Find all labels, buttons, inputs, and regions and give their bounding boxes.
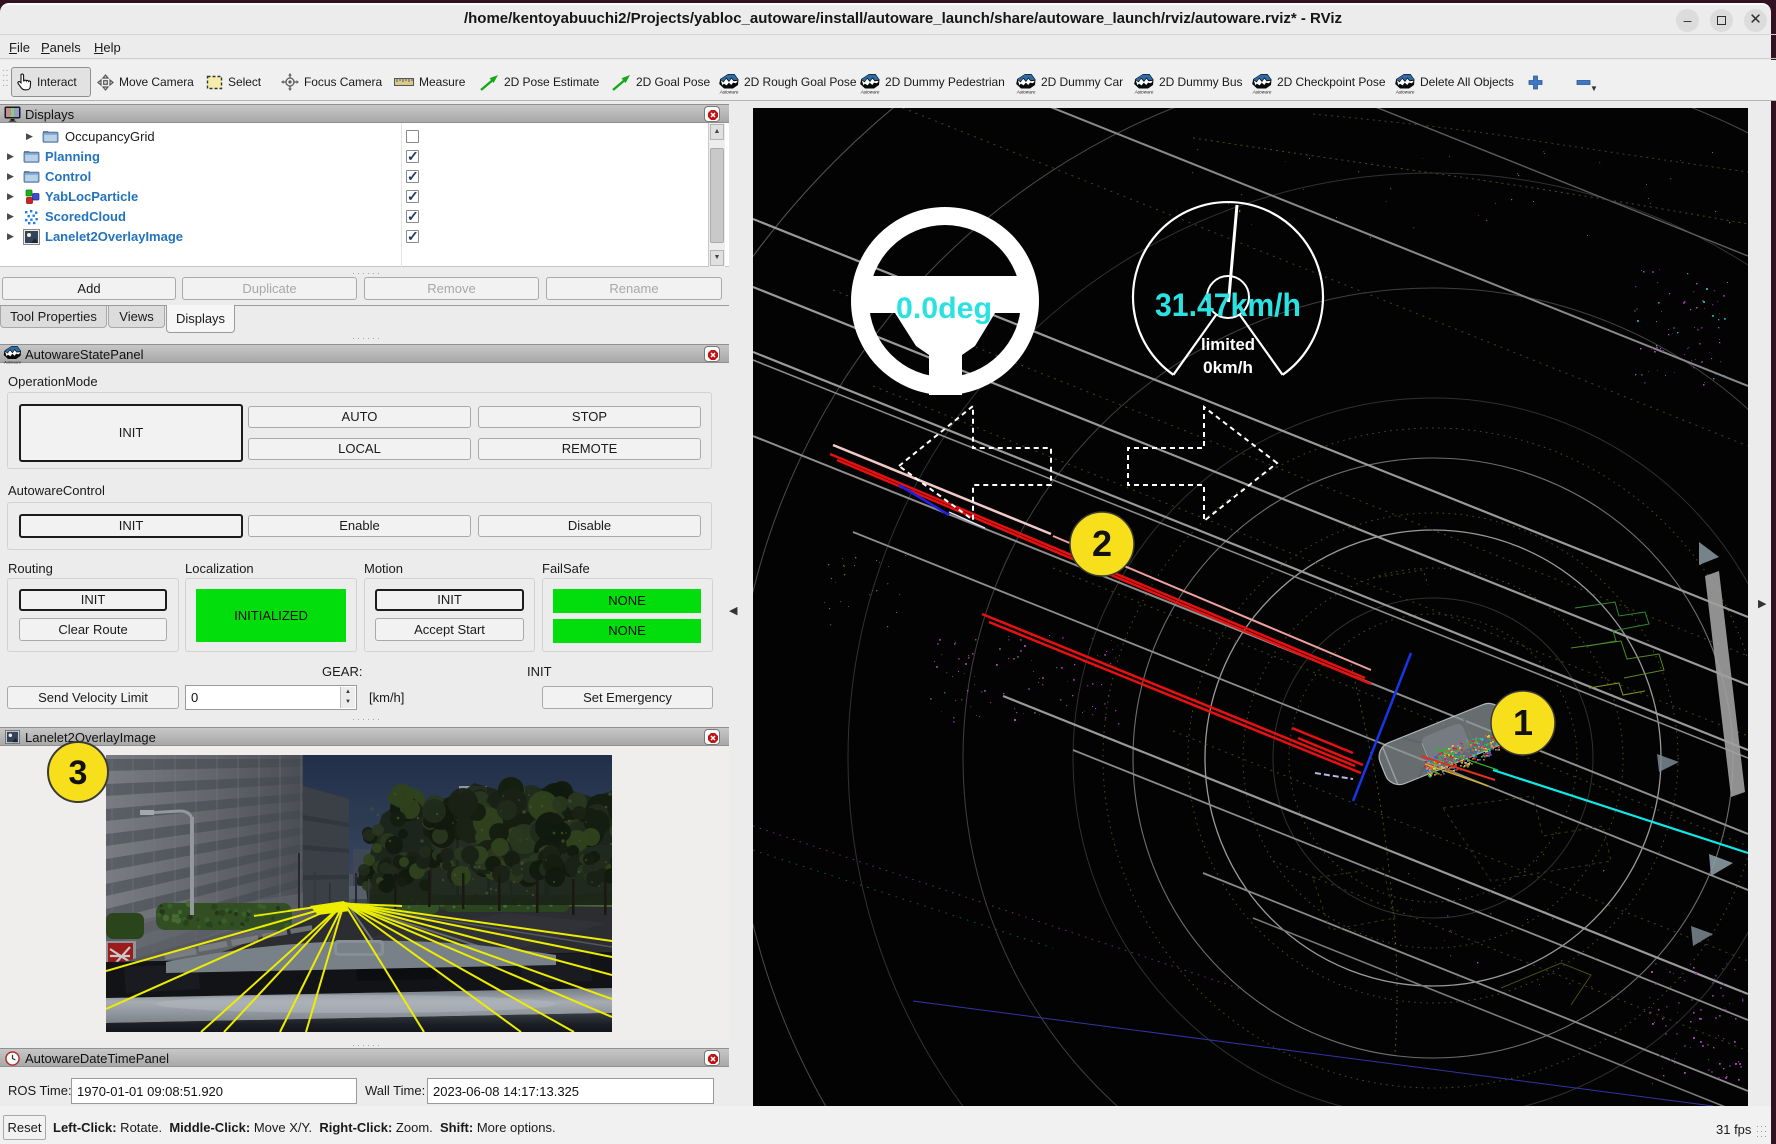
svg-text:31.47km/h: 31.47km/h: [1155, 287, 1301, 323]
svg-text:1: 1: [1513, 702, 1533, 743]
svg-text:limited: limited: [1201, 335, 1255, 354]
svg-text:2: 2: [1092, 523, 1112, 564]
svg-text:0.0deg: 0.0deg: [896, 292, 992, 325]
svg-text:0km/h: 0km/h: [1203, 358, 1253, 377]
